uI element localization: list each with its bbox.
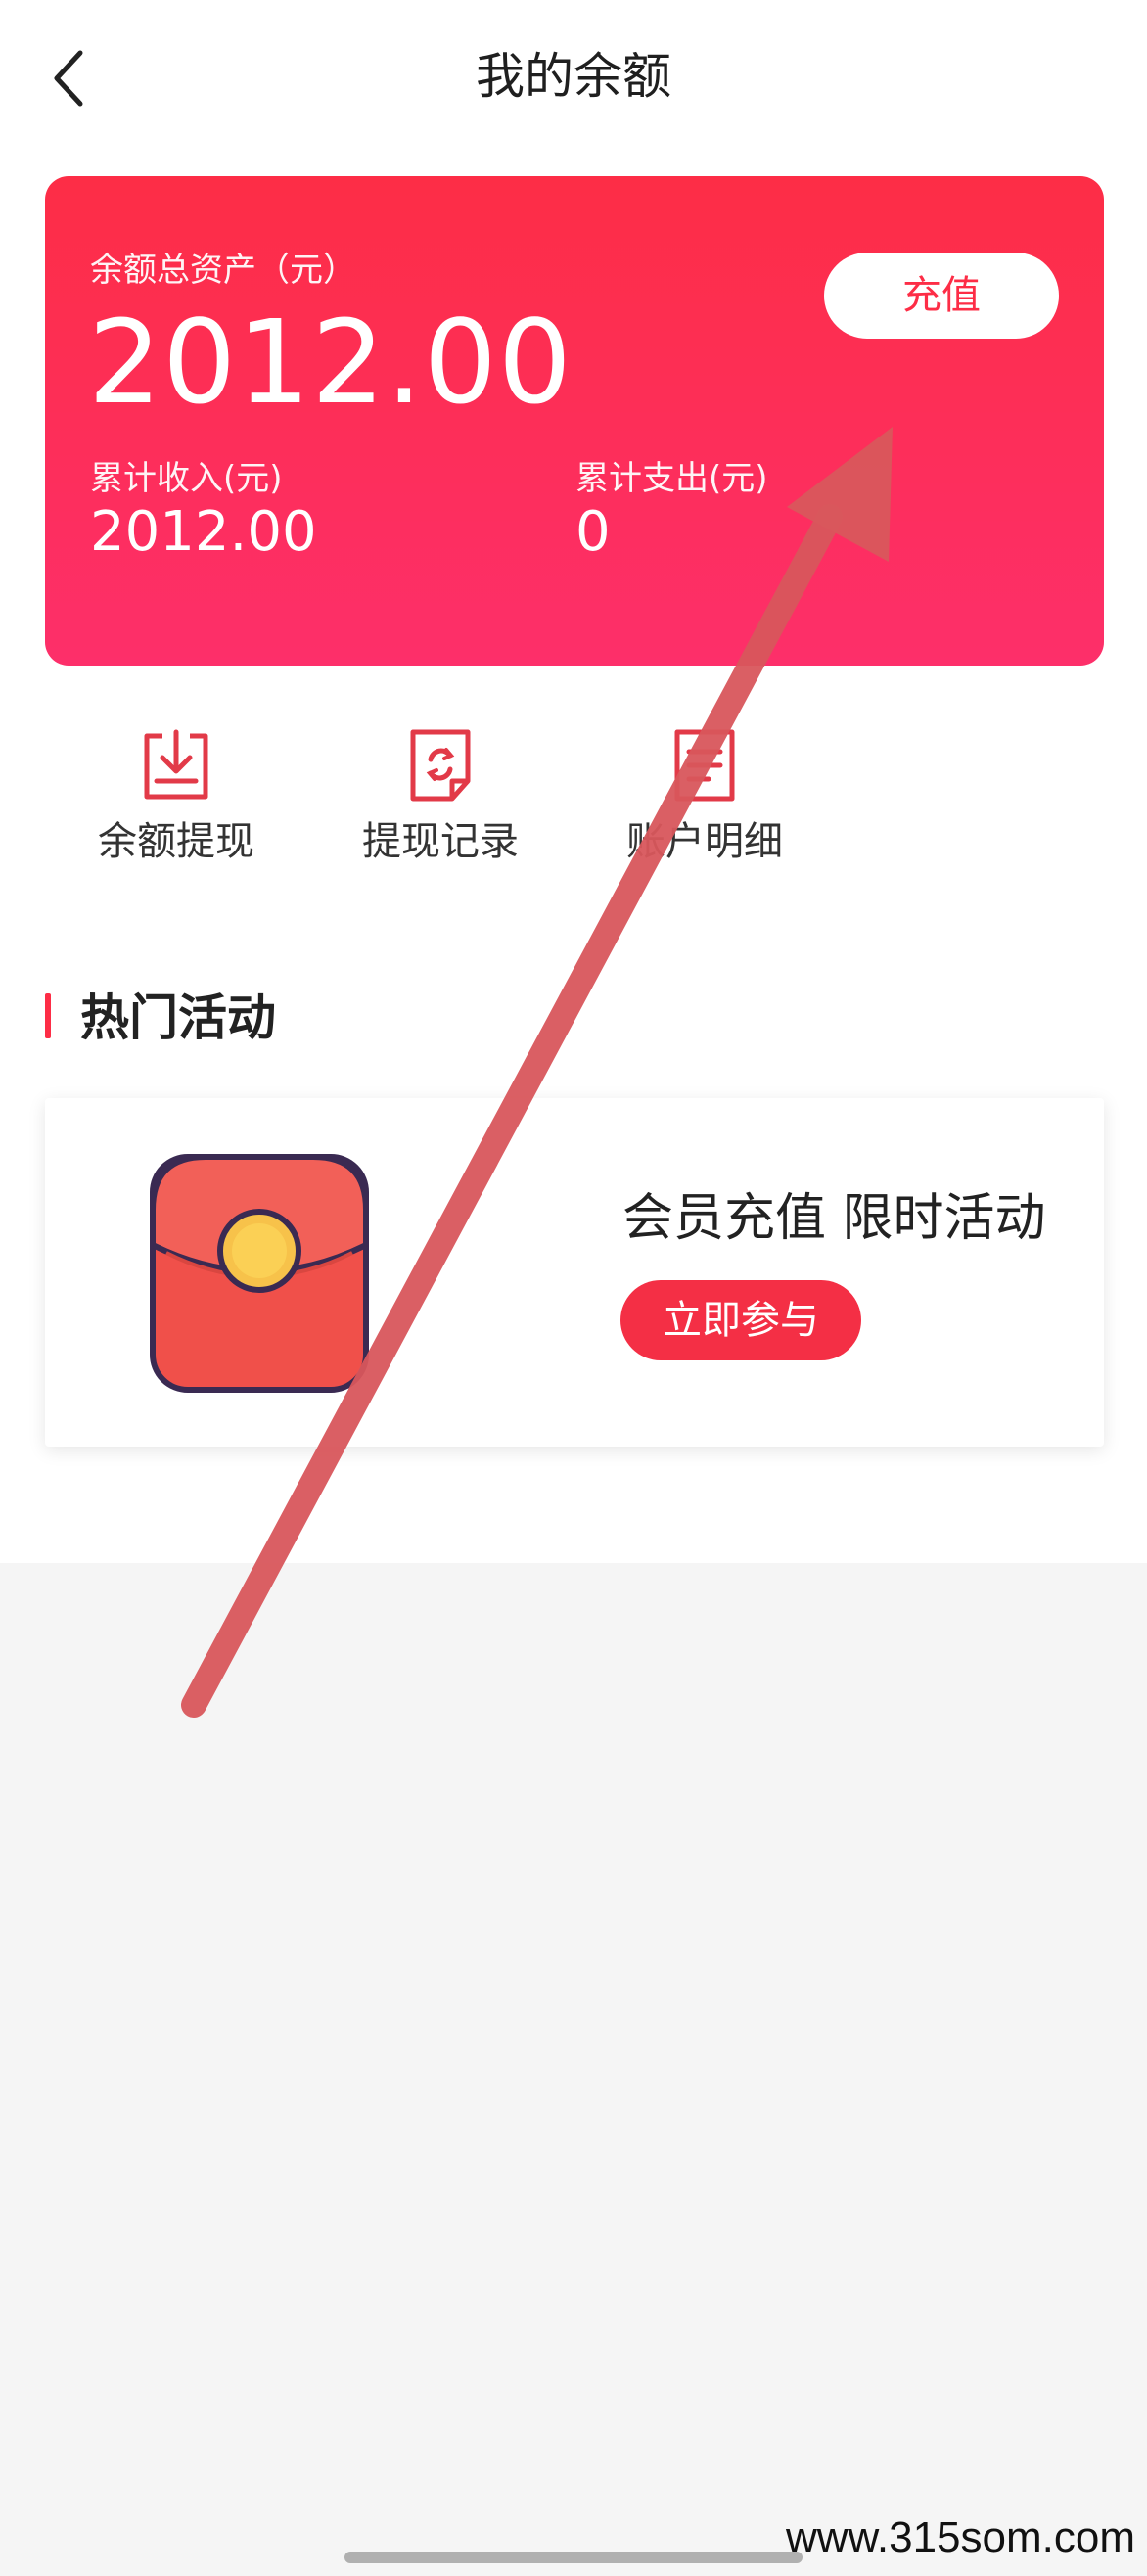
home-indicator[interactable]: [344, 2552, 803, 2563]
download-box-icon: [144, 729, 208, 800]
action-label: 账户明细: [626, 819, 783, 864]
total-income-label: 累计收入(元): [90, 459, 283, 498]
join-now-button[interactable]: 立即参与: [620, 1280, 861, 1360]
page-title: 我的余额: [476, 48, 671, 105]
red-envelope-icon: [150, 1154, 369, 1393]
section-title: 热门活动: [80, 989, 276, 1046]
watermark-text: www.315som.com: [785, 2513, 1135, 2561]
page-background-gray: [0, 1563, 1147, 2576]
action-withdraw[interactable]: 余额提现: [59, 714, 294, 881]
document-list-icon: [674, 729, 735, 802]
balance-card: 余额总资产（元） 2012.00 充值 累计收入(元) 2012.00 累计支出…: [45, 176, 1104, 666]
section-accent-bar: [45, 993, 51, 1038]
action-label: 提现记录: [362, 819, 519, 864]
total-income-value: 2012.00: [90, 500, 317, 564]
refresh-document-icon: [410, 729, 471, 802]
quick-actions: 余额提现 提现记录 账户明细: [0, 714, 1147, 881]
activity-title: 会员充值 限时活动: [622, 1189, 1046, 1248]
top-nav-bar: 我的余额: [0, 0, 1147, 157]
action-account-details[interactable]: 账户明细: [587, 714, 822, 881]
action-label: 余额提现: [98, 819, 254, 864]
total-expense-label: 累计支出(元): [575, 459, 768, 498]
total-expense-value: 0: [575, 500, 611, 564]
total-assets-label: 余额总资产（元）: [90, 251, 356, 290]
total-assets-value: 2012.00: [88, 295, 573, 430]
action-withdraw-records[interactable]: 提现记录: [323, 714, 558, 881]
activity-card[interactable]: 会员充值 限时活动 立即参与: [45, 1098, 1104, 1447]
recharge-button[interactable]: 充值: [824, 253, 1059, 339]
